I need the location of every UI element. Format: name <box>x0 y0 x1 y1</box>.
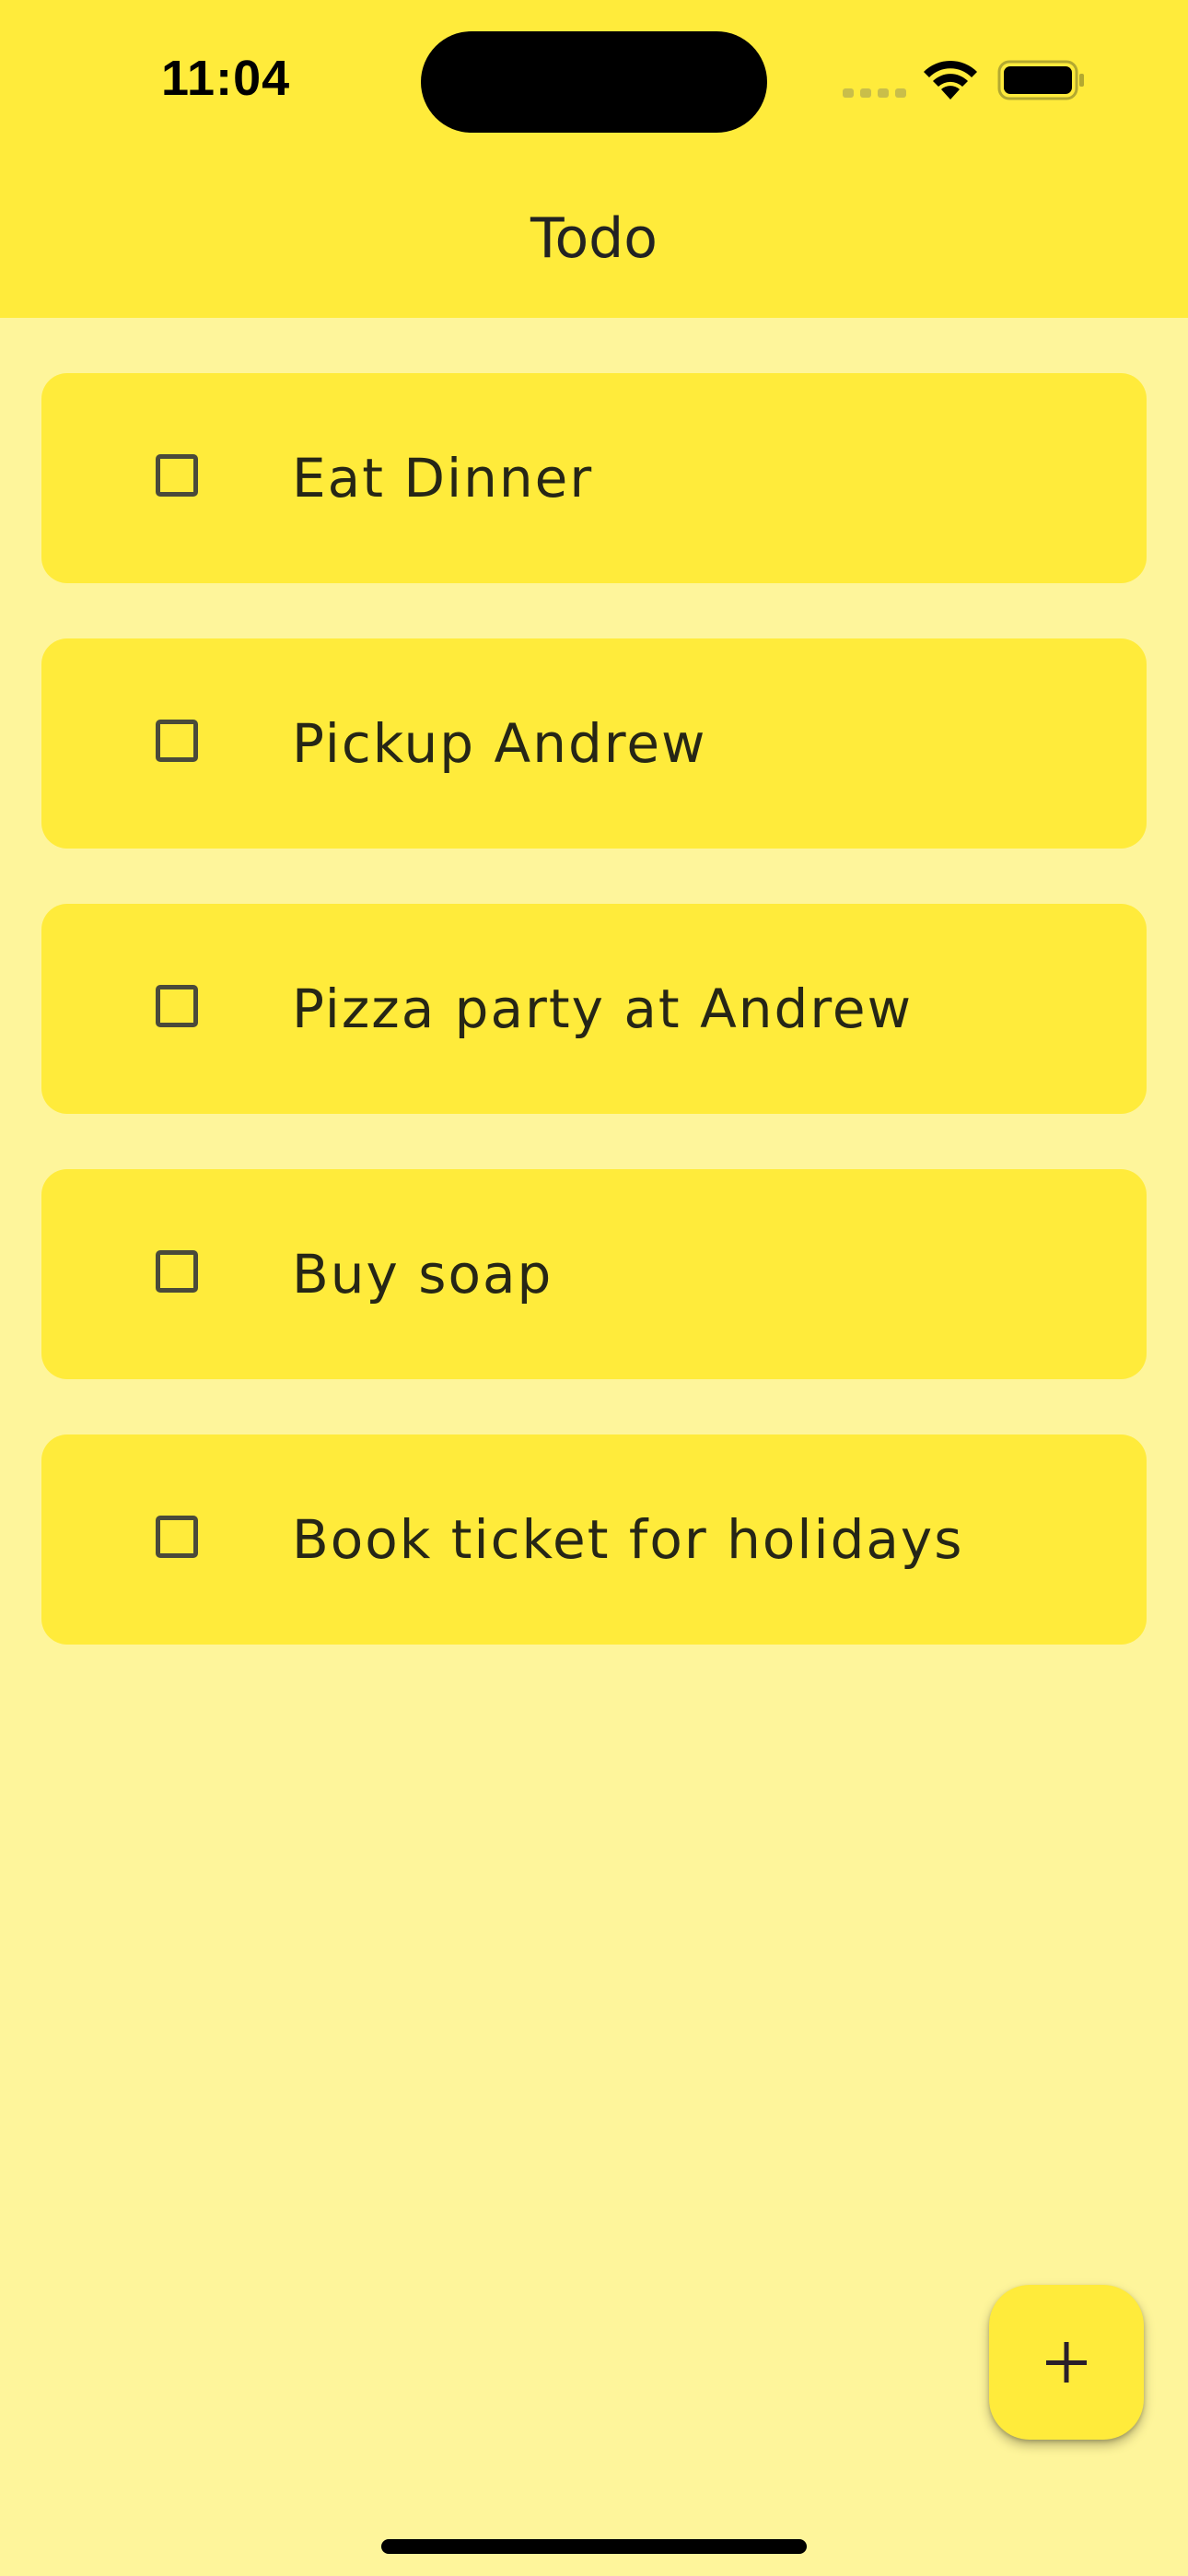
status-time: 11:04 <box>161 51 291 106</box>
add-todo-button[interactable] <box>989 2285 1144 2440</box>
todo-item[interactable]: Eat Dinner <box>41 373 1147 583</box>
todo-label: Buy soap <box>292 1243 553 1306</box>
checkbox[interactable] <box>156 454 198 497</box>
checkbox[interactable] <box>156 1516 198 1558</box>
battery-icon <box>997 60 1084 100</box>
wifi-icon <box>924 60 977 100</box>
status-bar: 11:04 <box>0 0 1188 175</box>
page-title: Todo <box>530 206 658 271</box>
todo-label: Pizza party at Andrew <box>292 978 914 1040</box>
checkbox[interactable] <box>156 985 198 1027</box>
signal-icon <box>843 85 907 98</box>
plus-icon <box>1046 2342 1087 2383</box>
todo-item[interactable]: Pickup Andrew <box>41 638 1147 849</box>
todo-item[interactable]: Pizza party at Andrew <box>41 904 1147 1114</box>
checkbox[interactable] <box>156 1250 198 1293</box>
dynamic-island <box>421 31 767 133</box>
todo-label: Pickup Andrew <box>292 712 707 775</box>
todo-item[interactable]: Book ticket for holidays <box>41 1434 1147 1645</box>
todo-label: Eat Dinner <box>292 447 594 509</box>
todo-list: Eat Dinner Pickup Andrew Pizza party at … <box>41 373 1147 1700</box>
checkbox[interactable] <box>156 720 198 762</box>
todo-item[interactable]: Buy soap <box>41 1169 1147 1379</box>
home-indicator <box>381 2539 807 2554</box>
todo-label: Book ticket for holidays <box>292 1508 964 1571</box>
